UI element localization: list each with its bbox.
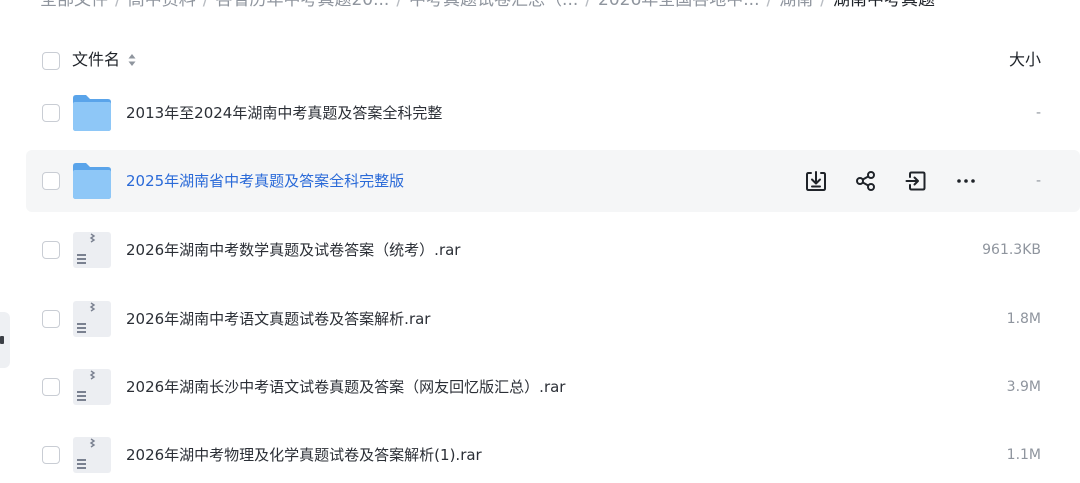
archive-icon [73,369,111,405]
row-checkbox[interactable] [42,241,60,259]
share-button[interactable] [850,165,882,197]
file-row[interactable]: 2026年湖南中考语文真题试卷及答案解析.rar 1.8M [26,288,1080,350]
breadcrumb: 全部文件 / 高中资料 / 各省历年中考真题20... / 中考真题试卷汇总（.… [40,0,935,12]
archive-icon [73,232,111,268]
file-row[interactable]: 2026年湖南中考数学真题及试卷答案（统考）.rar 961.3KB [26,219,1080,281]
breadcrumb-item-2026[interactable]: 2026年全国各地中... [598,0,759,12]
row-checkbox[interactable] [42,378,60,396]
breadcrumb-item-current: 湖南中考真题 [832,0,935,10]
file-name[interactable]: 2026年湖中考物理及化学真题试卷及答案解析(1).rar [126,424,482,483]
file-row[interactable]: 2013年至2024年湖南中考真题及答案全科完整 - [26,82,1080,144]
file-size: 3.9M [1006,379,1041,395]
move-icon [905,171,926,191]
breadcrumb-item-hunan[interactable]: 湖南 [779,0,813,12]
file-name[interactable]: 2026年湖南中考语文真题试卷及答案解析.rar [126,288,430,350]
file-size: 1.8M [1006,311,1041,327]
archive-icon [73,437,111,473]
breadcrumb-item-provinces[interactable]: 各省历年中考真题20... [215,0,389,12]
archive-icon [73,301,111,337]
more-icon [957,179,975,183]
folder-icon [73,163,111,199]
share-icon [856,171,875,191]
file-name[interactable]: 2025年湖南省中考真题及答案全科完整版 [126,150,404,212]
file-size: 961.3KB [982,242,1041,258]
breadcrumb-item-all-files[interactable]: 全部文件 [40,0,108,12]
file-row[interactable]: 2025年湖南省中考真题及答案全科完整版 - [26,150,1080,212]
row-checkbox[interactable] [42,172,60,190]
select-all-checkbox[interactable] [42,52,60,70]
sort-icon[interactable] [128,53,136,67]
file-name[interactable]: 2013年至2024年湖南中考真题及答案全科完整 [126,82,442,144]
breadcrumb-separator: / [820,0,826,10]
breadcrumb-separator: / [396,0,403,10]
column-header-name[interactable]: 文件名 [72,40,120,80]
download-icon [806,171,826,191]
file-browser: 全部文件 / 高中资料 / 各省历年中考真题20... / 中考真题试卷汇总（.… [0,0,1080,483]
row-checkbox[interactable] [42,104,60,122]
table-header: 文件名 大小 [26,40,1080,80]
file-name[interactable]: 2026年湖南长沙中考语文试卷真题及答案（网友回忆版汇总）.rar [126,356,565,418]
download-button[interactable] [800,165,832,197]
breadcrumb-separator: / [115,0,121,10]
file-row[interactable]: 2026年湖南长沙中考语文试卷真题及答案（网友回忆版汇总）.rar 3.9M [26,356,1080,418]
file-size: - [1035,173,1041,189]
file-name[interactable]: 2026年湖南中考数学真题及试卷答案（统考）.rar [126,219,460,281]
breadcrumb-separator: / [202,0,209,10]
breadcrumb-separator: / [585,0,591,10]
file-size: - [1035,105,1041,121]
row-actions [800,165,982,197]
folder-icon [73,95,111,131]
breadcrumb-item-summary[interactable]: 中考真题试卷汇总（... [409,0,578,12]
row-checkbox[interactable] [42,446,60,464]
breadcrumb-item-high-school[interactable]: 高中资料 [128,0,196,12]
file-row[interactable]: 2026年湖中考物理及化学真题试卷及答案解析(1).rar 1.1M [26,424,1080,483]
column-header-size: 大小 [1008,50,1041,69]
file-size: 1.1M [1006,447,1041,463]
row-checkbox[interactable] [42,310,60,328]
move-button[interactable] [900,165,932,197]
more-button[interactable] [950,165,982,197]
sidebar-collapse-handle[interactable] [0,312,10,368]
breadcrumb-separator: / [766,0,773,10]
